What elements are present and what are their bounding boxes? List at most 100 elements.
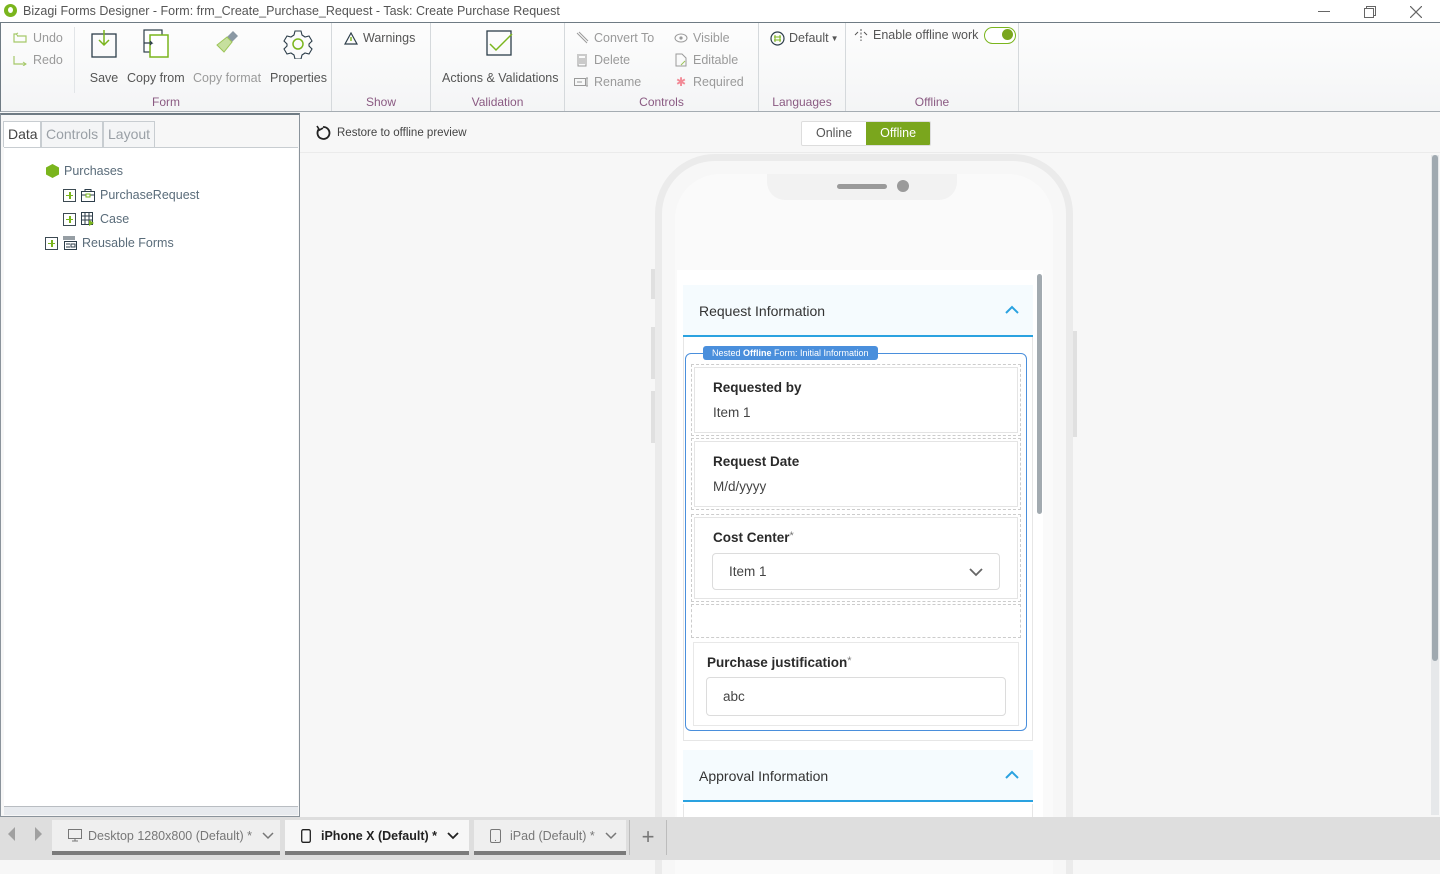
- group-label-show: Show: [365, 95, 397, 109]
- camera-icon: [897, 180, 909, 192]
- device-tab-ipad[interactable]: iPad (Default) *: [474, 820, 626, 855]
- offline-toggle[interactable]: [984, 26, 1017, 44]
- required-button[interactable]: ✱ Required: [673, 73, 744, 91]
- expand-icon[interactable]: [63, 188, 76, 202]
- enable-offline-control: Enable offline work: [853, 26, 1017, 44]
- phone-side-button: [651, 269, 655, 299]
- field-cell-cost-center[interactable]: Cost Center* Item 1: [691, 514, 1021, 602]
- section-approval-information[interactable]: Approval Information: [683, 750, 1033, 802]
- tab-data[interactable]: Data: [3, 121, 41, 147]
- field-cell-request-date[interactable]: Request Date M/d/yyyy: [691, 438, 1021, 510]
- bizagi-logo-icon: [4, 4, 17, 17]
- scroll-right-icon[interactable]: [34, 827, 46, 843]
- chevron-down-icon[interactable]: [447, 831, 459, 840]
- expand-icon[interactable]: [45, 236, 58, 250]
- device-tab-bar: Desktop 1280x800 (Default) * iPhone X (D…: [0, 817, 1440, 860]
- trash-icon: [574, 53, 590, 67]
- section-request-information[interactable]: Request Information: [683, 285, 1033, 337]
- convert-to-button[interactable]: Convert To: [574, 29, 654, 47]
- minimize-button[interactable]: [1301, 0, 1347, 23]
- design-canvas: Restore to offline preview Online Offlin…: [300, 113, 1440, 874]
- copy-from-icon: [139, 27, 173, 61]
- left-panel: Data Controls Layout Purchases PurchaseR…: [0, 113, 300, 817]
- close-button[interactable]: [1393, 0, 1439, 23]
- undo-button[interactable]: Undo: [13, 29, 63, 47]
- ribbon: Undo Redo Save Copy from Copy format Pro…: [0, 23, 1440, 112]
- purchase-justification-input[interactable]: abc: [706, 677, 1006, 716]
- hexagon-entity-icon: [45, 164, 59, 178]
- tree-node-reusable-forms[interactable]: Reusable Forms: [45, 236, 174, 250]
- gear-icon: [281, 27, 315, 61]
- cost-center-select[interactable]: Item 1: [712, 553, 1000, 590]
- editable-icon: [673, 53, 689, 67]
- actions-validations-button[interactable]: Actions & Validations: [442, 27, 559, 85]
- warnings-button[interactable]: Warnings: [343, 29, 415, 47]
- expand-icon[interactable]: [63, 212, 76, 226]
- ribbon-group-languages: Default ▼ Languages: [759, 23, 846, 111]
- phone-frame: Request Information Nested Offline Form:…: [651, 154, 1077, 874]
- tree-node-case[interactable]: Case: [63, 212, 129, 226]
- tree-node-purchases[interactable]: Purchases: [45, 164, 123, 178]
- chevron-down-icon[interactable]: [262, 831, 274, 840]
- data-tree: Purchases PurchaseRequest Case Reusable …: [4, 147, 298, 807]
- phone-notch: [767, 174, 957, 200]
- tab-controls[interactable]: Controls: [41, 121, 103, 147]
- minimize-icon: [1318, 10, 1330, 12]
- section-title: Approval Information: [699, 768, 829, 784]
- asterisk-icon: ✱: [675, 75, 687, 89]
- section-title: Request Information: [699, 303, 826, 319]
- device-tab-desktop[interactable]: Desktop 1280x800 (Default) *: [52, 820, 280, 855]
- chevron-up-icon[interactable]: [1005, 303, 1019, 317]
- language-dropdown[interactable]: Default ▼: [769, 29, 839, 47]
- redo-button[interactable]: Redo: [13, 51, 63, 69]
- warning-icon: [343, 31, 359, 45]
- delete-button[interactable]: Delete: [574, 51, 630, 69]
- title-bar: Bizagi Forms Designer - Form: frm_Create…: [0, 0, 1440, 23]
- restore-button[interactable]: [1347, 0, 1393, 23]
- online-offline-toggle: Online Offline: [801, 121, 932, 146]
- monitor-icon: [68, 828, 82, 843]
- paintbrush-icon: [210, 27, 244, 61]
- visible-button[interactable]: Visible: [673, 29, 730, 47]
- tablet-icon: [490, 828, 504, 843]
- entity-icon: [81, 188, 95, 202]
- tree-node-purchaserequest[interactable]: PurchaseRequest: [63, 188, 199, 202]
- mode-offline-button[interactable]: Offline: [866, 122, 931, 145]
- chevron-down-icon[interactable]: [605, 831, 617, 840]
- rename-icon: [574, 75, 590, 89]
- redo-icon: [13, 53, 29, 67]
- device-tab-iphone[interactable]: iPhone X (Default) *: [285, 820, 469, 855]
- copy-format-button[interactable]: Copy format: [193, 27, 261, 85]
- globe-icon: [769, 30, 785, 46]
- rename-button[interactable]: Rename: [574, 73, 641, 91]
- chevron-up-icon[interactable]: [1005, 768, 1019, 782]
- group-label-controls: Controls: [639, 95, 684, 109]
- chevron-down-icon: [969, 568, 983, 577]
- scroll-left-icon[interactable]: [8, 827, 20, 843]
- editable-button[interactable]: Editable: [673, 51, 738, 69]
- left-panel-scrollbar[interactable]: [4, 806, 298, 815]
- properties-button[interactable]: Properties: [270, 27, 327, 85]
- window-title: Bizagi Forms Designer - Form: frm_Create…: [23, 4, 560, 18]
- toggle-knob: [1002, 29, 1014, 40]
- add-device-tab-button[interactable]: +: [629, 820, 667, 855]
- phone-icon: [301, 828, 315, 843]
- ribbon-group-validation: Actions & Validations Validation: [431, 23, 565, 111]
- form-preview: Request Information Nested Offline Form:…: [677, 270, 1043, 830]
- copy-from-button[interactable]: Copy from: [127, 27, 185, 85]
- empty-cell[interactable]: [691, 604, 1021, 638]
- tab-layout[interactable]: Layout: [103, 121, 155, 147]
- canvas-scrollbar[interactable]: [1431, 155, 1439, 815]
- refresh-icon: [316, 125, 331, 140]
- restore-offline-preview-button[interactable]: Restore to offline preview: [316, 125, 467, 140]
- ribbon-group-controls: Convert To Delete Rename Visible Editabl…: [565, 23, 759, 111]
- field-cell-requested-by[interactable]: Requested by Item 1: [691, 364, 1021, 436]
- form-scrollbar[interactable]: [1037, 274, 1042, 514]
- phone-screen-area: Request Information Nested Offline Form:…: [675, 174, 1053, 874]
- field-cell-purchase-justification[interactable]: Purchase justification* abc: [691, 640, 1021, 728]
- mode-online-button[interactable]: Online: [802, 122, 867, 145]
- phone-side-button: [651, 391, 655, 443]
- scrollbar-thumb[interactable]: [1432, 155, 1438, 661]
- save-button[interactable]: Save: [87, 27, 121, 85]
- ribbon-group-show: Warnings Show: [332, 23, 431, 111]
